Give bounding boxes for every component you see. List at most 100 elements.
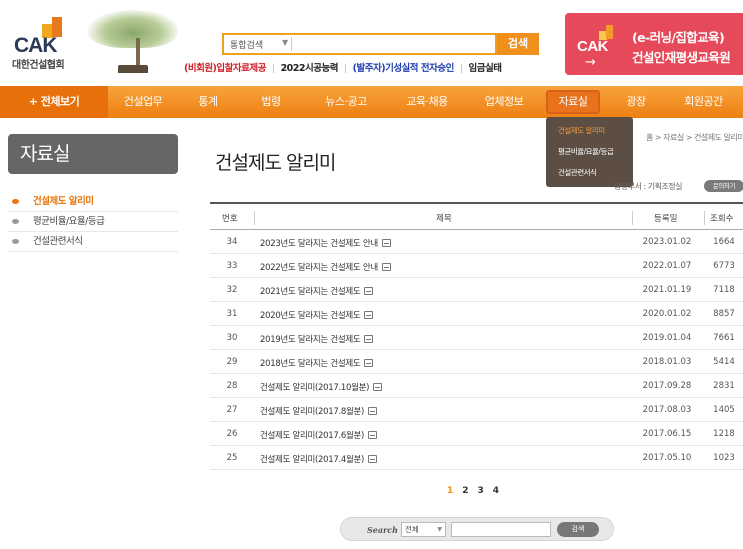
- row-number: 25: [226, 453, 238, 463]
- page-link-1[interactable]: 1: [447, 486, 453, 496]
- nav-item-education[interactable]: 교육·채용: [388, 86, 466, 118]
- banner-logo-text: CAK: [577, 38, 609, 55]
- file-icon: [364, 287, 374, 295]
- quick-link-wage[interactable]: 임금실태: [469, 60, 502, 74]
- file-icon: [373, 383, 383, 391]
- row-subject-link[interactable]: 2022년도 달라지는 건설제도 안내: [260, 261, 391, 273]
- archive-dropdown-menu: 건설제도 알리미 평균비율/요율/등급 건설관련서식: [546, 117, 633, 187]
- search-scope-select[interactable]: 통합검색: [230, 38, 263, 51]
- row-subject-link[interactable]: 2019년도 달라지는 건설제도: [260, 333, 374, 345]
- sidebar-item-label: 평균비율/요율/등급: [33, 216, 105, 227]
- header-search-box: 통합검색 ▼: [222, 33, 497, 55]
- nav-item-archive[interactable]: 자료실: [548, 92, 598, 112]
- site-logo[interactable]: CAK 대한건설협회: [12, 14, 90, 71]
- row-date: 2022.01.07: [642, 261, 692, 271]
- nav-item-construction[interactable]: 건설업무: [108, 86, 178, 118]
- row-date: 2019.01.04: [642, 333, 692, 343]
- row-number: 26: [226, 429, 238, 439]
- nav-item-statistics[interactable]: 통계: [178, 86, 238, 118]
- org-name: 대한건설협회: [12, 60, 65, 71]
- row-subject-link[interactable]: 2023년도 달라지는 건설제도 안내: [260, 237, 391, 249]
- row-number: 34: [226, 237, 238, 247]
- file-icon: [364, 311, 374, 319]
- row-number: 33: [226, 261, 238, 271]
- table-row[interactable]: 32 2021년도 달라지는 건설제도 2021.01.19 7118: [210, 278, 743, 302]
- sidebar-item-notice[interactable]: 건설제도 알리미: [8, 192, 178, 212]
- header-tree-image: [88, 10, 178, 75]
- main-nav: + 전체보기 건설업무 통계 법령 뉴스·공고 교육·채용 업체정보 광장 회원…: [0, 86, 743, 118]
- nav-item-company[interactable]: 업체정보: [466, 86, 542, 118]
- nav-item-member[interactable]: 회원공간: [664, 86, 743, 118]
- board-search-button[interactable]: 검색: [557, 522, 599, 537]
- row-subject-link[interactable]: 건설제도 알리미(2017.8월분): [260, 405, 378, 417]
- row-subject-link[interactable]: 건설제도 알리미(2017.10월분): [260, 381, 383, 393]
- row-hits: 6773: [713, 261, 735, 271]
- education-banner[interactable]: CAK → (e-러닝/집합교육) 건설인재평생교육원: [565, 13, 743, 75]
- table-row[interactable]: 30 2019년도 달라지는 건설제도 2019.01.04 7661: [210, 326, 743, 350]
- search-label: Search: [367, 525, 398, 535]
- page-link-4[interactable]: 4: [493, 486, 499, 496]
- bullet-icon: [12, 239, 19, 244]
- header-search-button[interactable]: 검색: [497, 33, 539, 55]
- nav-item-archive-active[interactable]: 자료실: [546, 90, 600, 114]
- table-row[interactable]: 31 2020년도 달라지는 건설제도 2020.01.02 8857: [210, 302, 743, 326]
- file-icon: [381, 263, 391, 271]
- bullet-icon: [12, 219, 19, 224]
- page-root: CAK 대한건설협회 통합검색 ▼ 검색 (비회원)입찰자료제공 | 2022시공능…: [0, 0, 743, 549]
- chevron-down-icon[interactable]: ▼: [437, 523, 442, 536]
- row-hits: 1218: [713, 429, 735, 439]
- row-subject-link[interactable]: 건설제도 알리미(2017.6월분): [260, 429, 378, 441]
- board-search-bar: Search 전체 ▼ 검색: [340, 517, 614, 541]
- page-link-3[interactable]: 3: [478, 486, 484, 496]
- row-date: 2018.01.03: [642, 357, 692, 367]
- sidebar-item-forms[interactable]: 건설관련서식: [8, 232, 178, 252]
- row-hits: 7118: [713, 285, 735, 295]
- board-search-input[interactable]: [451, 522, 551, 537]
- table-row[interactable]: 34 2023년도 달라지는 건설제도 안내 2023.01.02 1664: [210, 230, 743, 254]
- dropdown-item-notice[interactable]: 건설제도 알리미: [558, 125, 605, 136]
- quick-links: (비회원)입찰자료제공 | 2022시공능력 | (발주자)기성실적 전자승인 | 임금실태: [184, 60, 502, 74]
- header-search-input[interactable]: [294, 36, 494, 52]
- arrow-right-icon: →: [585, 55, 596, 70]
- inquiry-button[interactable]: 문의하기: [704, 180, 743, 192]
- sidebar-item-label: 건설관련서식: [33, 236, 83, 247]
- row-hits: 1023: [713, 453, 735, 463]
- quick-link-capacity[interactable]: 2022시공능력: [281, 60, 339, 74]
- table-row[interactable]: 28 건설제도 알리미(2017.10월분) 2017.09.28 2831: [210, 374, 743, 398]
- page-link-2[interactable]: 2: [462, 486, 468, 496]
- row-subject-link[interactable]: 2020년도 달라지는 건설제도: [260, 309, 374, 321]
- table-row[interactable]: 33 2022년도 달라지는 건설제도 안내 2022.01.07 6773: [210, 254, 743, 278]
- chevron-down-icon[interactable]: ▼: [282, 38, 288, 47]
- nav-item-law[interactable]: 법령: [238, 86, 304, 118]
- quick-link-approval[interactable]: (발주자)기성실적 전자승인: [353, 60, 455, 74]
- row-subject-link[interactable]: 2018년도 달라지는 건설제도: [260, 357, 374, 369]
- nav-item-news[interactable]: 뉴스·공고: [304, 86, 388, 118]
- file-icon: [368, 431, 378, 439]
- nav-all-menu[interactable]: + 전체보기: [0, 86, 108, 118]
- table-row[interactable]: 26 건설제도 알리미(2017.6월분) 2017.06.15 1218: [210, 422, 743, 446]
- table-row[interactable]: 27 건설제도 알리미(2017.8월분) 2017.08.03 1405: [210, 398, 743, 422]
- file-icon: [364, 359, 374, 367]
- sidebar-title: 자료실: [8, 134, 178, 174]
- file-icon: [364, 335, 374, 343]
- table-row[interactable]: 29 2018년도 달라지는 건설제도 2018.01.03 5414: [210, 350, 743, 374]
- row-hits: 2831: [713, 381, 735, 391]
- row-number: 32: [226, 285, 238, 295]
- sidebar-item-rates[interactable]: 평균비율/요율/등급: [8, 212, 178, 232]
- row-subject-link[interactable]: 건설제도 알리미(2017.4월분): [260, 453, 378, 465]
- quick-link-bid-data[interactable]: (비회원)입찰자료제공: [184, 60, 266, 74]
- dropdown-item-rates[interactable]: 평균비율/요율/등급: [558, 146, 614, 157]
- row-date: 2020.01.02: [642, 309, 692, 319]
- nav-item-plaza[interactable]: 광장: [612, 86, 660, 118]
- row-date: 2021.01.19: [642, 285, 692, 295]
- row-date: 2023.01.02: [642, 237, 692, 247]
- search-field-select[interactable]: 전체 ▼: [401, 522, 446, 537]
- table-header: 번호 제목 등록일 조회수: [210, 202, 743, 230]
- dropdown-item-forms[interactable]: 건설관련서식: [558, 167, 597, 178]
- table-row[interactable]: 25 건설제도 알리미(2017.4월분) 2017.05.10 1023: [210, 446, 743, 470]
- banner-line-1: (e-러닝/집합교육): [632, 30, 725, 45]
- banner-line-2: 건설인재평생교육원: [632, 50, 731, 65]
- column-header-no: 번호: [222, 214, 238, 224]
- row-subject-link[interactable]: 2021년도 달라지는 건설제도: [260, 285, 374, 297]
- row-hits: 5414: [713, 357, 735, 367]
